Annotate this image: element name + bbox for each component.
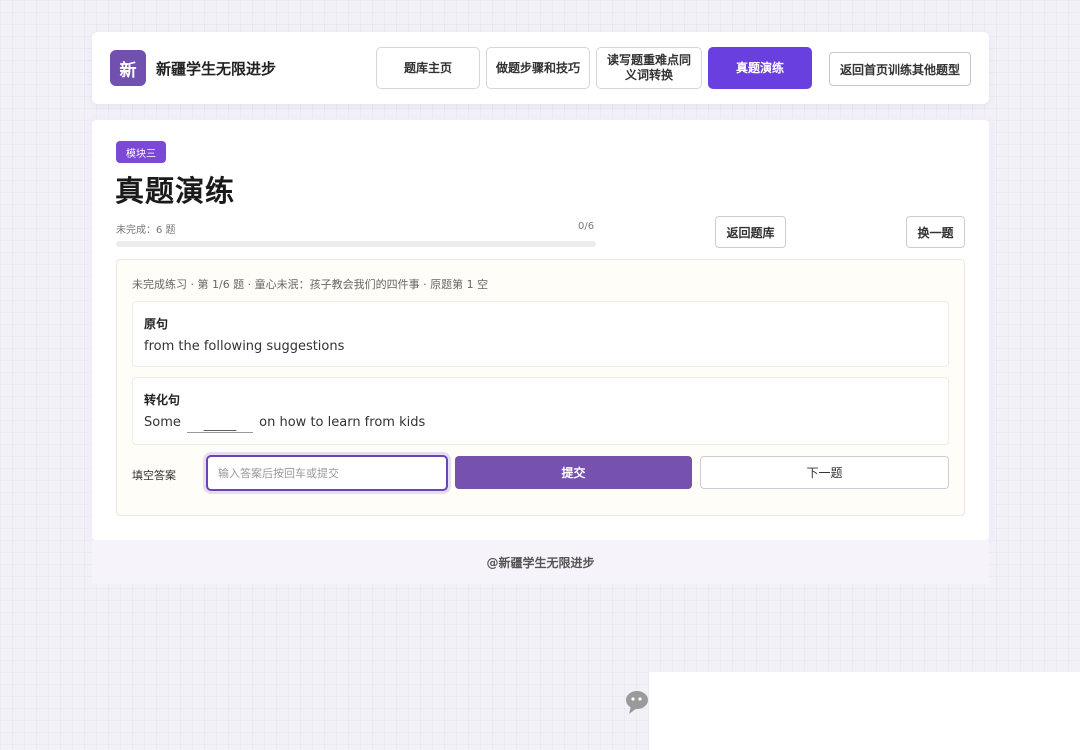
original-sentence-text: from the following suggestions [144,339,345,354]
blank-slot: _____ [187,417,254,433]
page-container: 新 新疆学生无限进步 题库主页 做题步骤和技巧 读写题重难点同义词转换 真题演练… [92,32,989,540]
transformed-after-blank: on how to learn from kids [259,415,426,430]
transformed-before-blank: Some [144,415,181,430]
next-question-button[interactable]: 下一题 [700,456,949,489]
white-overlay [649,672,1080,750]
back-to-bank-button[interactable]: 返回题库 [715,216,786,248]
transformed-sentence-text: Some _____ on how to learn from kids [144,415,426,433]
brand[interactable]: 新 新疆学生无限进步 [110,50,276,86]
transformed-sentence-box: 转化句 Some _____ on how to learn from kids [132,377,949,445]
wechat-icon [626,691,648,714]
module-badge: 模块三 [116,141,166,163]
progress-count: 0/6 [578,221,595,232]
answer-label: 填空答案 [132,469,176,482]
original-sentence-label: 原句 [144,317,169,331]
question-meta: 未完成练习 · 第 1/6 题 · 童心未泯：孩子教会我们的四件事 · 原题第 … [132,278,489,291]
nav-real-exam-practice[interactable]: 真题演练 [708,47,812,89]
page-title: 真题演练 [115,174,236,208]
brand-name: 新疆学生无限进步 [156,59,277,78]
nav-steps-and-tips[interactable]: 做题步骤和技巧 [486,47,590,89]
practice-panel: 模块三 真题演练 未完成：6 题 0/6 返回题库 换一题 未完成练习 · 第 … [92,120,989,540]
nav-synonym-conversion[interactable]: 读写题重难点同义词转换 [596,47,702,89]
brand-logo: 新 [110,50,146,86]
original-sentence-box: 原句 from the following suggestions [132,301,949,367]
back-home-button[interactable]: 返回首页训练其他题型 [829,52,971,86]
main-nav: 题库主页 做题步骤和技巧 读写题重难点同义词转换 真题演练 [376,47,818,89]
submit-button[interactable]: 提交 [455,456,692,489]
swap-question-button[interactable]: 换一题 [906,216,965,248]
footer: @新疆学生无限进步 [92,540,989,584]
progress-bar [116,241,596,247]
answer-input[interactable] [206,455,448,491]
progress-label: 未完成：6 题 [116,225,176,236]
nav-question-bank-home[interactable]: 题库主页 [376,47,480,89]
question-card: 未完成练习 · 第 1/6 题 · 童心未泯：孩子教会我们的四件事 · 原题第 … [116,259,965,516]
transformed-sentence-label: 转化句 [144,393,181,407]
top-header: 新 新疆学生无限进步 题库主页 做题步骤和技巧 读写题重难点同义词转换 真题演练… [92,32,989,104]
